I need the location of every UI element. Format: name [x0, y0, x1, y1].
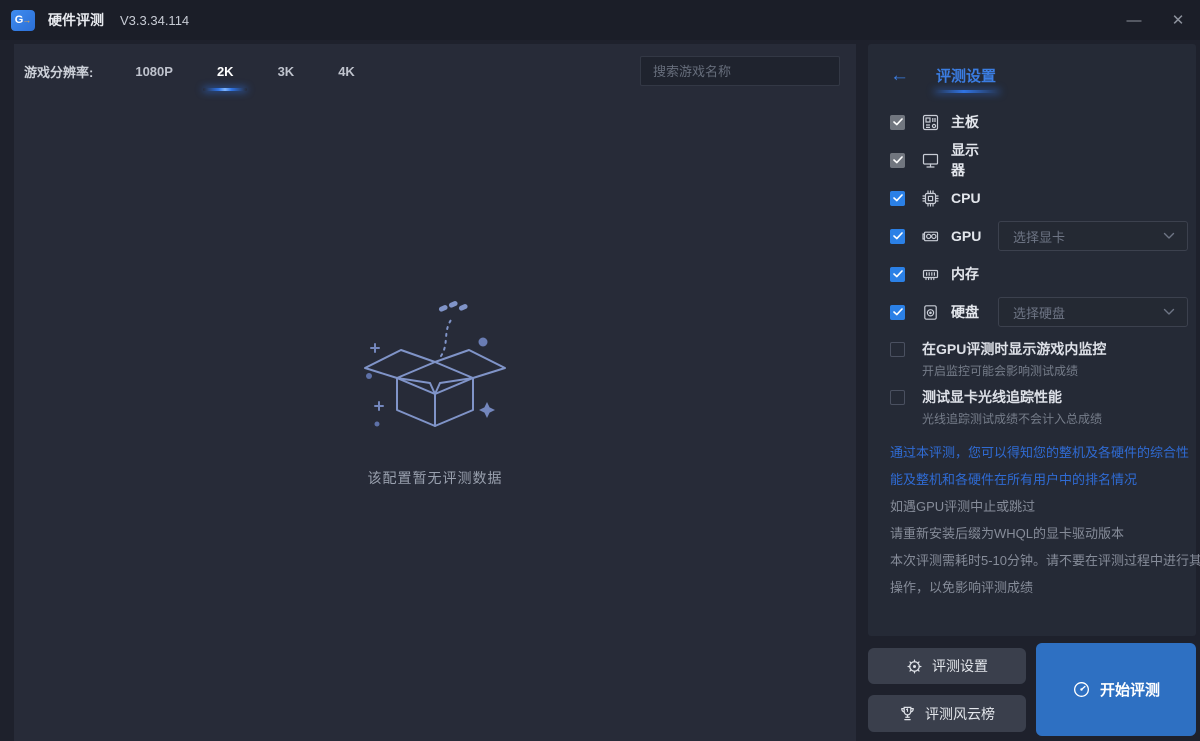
- resolution-option-3k[interactable]: 3K: [276, 58, 297, 85]
- motherboard-icon: [922, 114, 939, 131]
- hardware-row-gpu: GPU 选择显卡: [868, 217, 1196, 255]
- titlebar: G→ 硬件评测 V3.3.34.114 — ✕: [0, 0, 1200, 40]
- empty-box-illustration: [355, 294, 515, 454]
- disk-icon: [922, 304, 939, 321]
- button-label: 开始评测: [1100, 679, 1160, 700]
- search-input[interactable]: [640, 56, 840, 86]
- chevron-down-icon: [1163, 303, 1175, 321]
- info-line: 如遇GPU评测中止或跳过: [890, 493, 1196, 520]
- ram-icon: [922, 266, 939, 283]
- resolution-option-1080p[interactable]: 1080P: [133, 58, 175, 85]
- monitor-icon: [922, 152, 939, 169]
- minimize-button[interactable]: —: [1112, 0, 1156, 40]
- info-line-blue: 能及整机和各硬件在所有用户中的排名情况: [890, 466, 1196, 493]
- gpu-monitor-checkbox[interactable]: [890, 342, 905, 357]
- benchmark-settings-button[interactable]: 评测设置: [868, 648, 1026, 684]
- disk-select-placeholder: 选择硬盘: [1013, 303, 1163, 322]
- hardware-row-monitor: 显示器: [868, 141, 1196, 179]
- app-window: G→ 硬件评测 V3.3.34.114 — ✕ 游戏分辨率: 1080P 2K …: [0, 0, 1200, 741]
- ranking-button[interactable]: 评测风云榜: [868, 695, 1026, 732]
- hardware-row-motherboard: 主板: [868, 103, 1196, 141]
- empty-state: 该配置暂无评测数据: [14, 294, 856, 488]
- settings-header: ← 评测设置: [868, 44, 1196, 86]
- gear-icon: [906, 658, 923, 675]
- app-version: V3.3.34.114: [120, 13, 189, 28]
- option-row-gpu-monitor: 在GPU评测时显示游戏内监控 开启监控可能会影响测试成绩: [868, 341, 1196, 379]
- monitor-checkbox[interactable]: [890, 153, 905, 168]
- hardware-label: CPU: [951, 190, 988, 206]
- hardware-row-cpu: CPU: [868, 179, 1196, 217]
- settings-panel: ← 评测设置 主板: [868, 44, 1196, 636]
- logo-arrow: →: [22, 15, 31, 25]
- ray-tracing-checkbox[interactable]: [890, 390, 905, 405]
- button-label: 评测风云榜: [925, 704, 995, 724]
- option-row-ray-tracing: 测试显卡光线追踪性能 光线追踪测试成绩不会计入总成绩: [868, 389, 1196, 427]
- option-title: 在GPU评测时显示游戏内监控: [922, 341, 1106, 357]
- hardware-checklist: 主板 显示器: [868, 103, 1196, 331]
- button-label: 评测设置: [932, 656, 988, 676]
- app-logo-icon: G→: [11, 10, 35, 31]
- gpu-checkbox[interactable]: [890, 229, 905, 244]
- hardware-label: 显示器: [951, 140, 988, 180]
- info-line: 请重新安装后缀为WHQL的显卡驱动版本: [890, 520, 1196, 547]
- empty-state-message: 该配置暂无评测数据: [14, 468, 856, 488]
- hardware-label: GPU: [951, 228, 988, 244]
- start-benchmark-button[interactable]: 开始评测: [1036, 643, 1196, 736]
- info-line-blue: 通过本评测，您可以得知您的整机及各硬件的综合性: [890, 439, 1196, 466]
- hardware-label: 主板: [951, 112, 988, 132]
- disk-select-dropdown[interactable]: 选择硬盘: [998, 297, 1188, 327]
- resolution-option-2k[interactable]: 2K: [215, 58, 236, 85]
- info-block: 通过本评测，您可以得知您的整机及各硬件的综合性 能及整机和各硬件在所有用户中的排…: [868, 439, 1196, 601]
- hardware-label: 内存: [951, 264, 988, 284]
- info-line: 操作，以免影响评测成绩: [890, 574, 1196, 601]
- hardware-row-ram: 内存: [868, 255, 1196, 293]
- gpu-select-placeholder: 选择显卡: [1013, 227, 1163, 246]
- hardware-row-disk: 硬盘 选择硬盘: [868, 293, 1196, 331]
- resolution-label: 游戏分辨率:: [24, 62, 93, 81]
- gpu-select-dropdown[interactable]: 选择显卡: [998, 221, 1188, 251]
- hardware-label: 硬盘: [951, 302, 988, 322]
- resolution-option-4k[interactable]: 4K: [336, 58, 357, 85]
- ram-checkbox[interactable]: [890, 267, 905, 282]
- chevron-down-icon: [1163, 227, 1175, 245]
- disk-checkbox[interactable]: [890, 305, 905, 320]
- game-list-panel: 游戏分辨率: 1080P 2K 3K 4K: [14, 44, 856, 741]
- option-title: 测试显卡光线追踪性能: [922, 389, 1102, 405]
- cpu-checkbox[interactable]: [890, 191, 905, 206]
- option-subtitle: 光线追踪测试成绩不会计入总成绩: [922, 410, 1102, 427]
- window-controls: — ✕: [1112, 0, 1200, 40]
- gpu-icon: [922, 228, 939, 245]
- close-button[interactable]: ✕: [1156, 0, 1200, 40]
- cpu-icon: [922, 190, 939, 207]
- resolution-bar: 游戏分辨率: 1080P 2K 3K 4K: [14, 44, 856, 98]
- option-subtitle: 开启监控可能会影响测试成绩: [922, 362, 1106, 379]
- gauge-icon: [1072, 680, 1091, 699]
- trophy-icon: [899, 705, 916, 722]
- back-arrow-icon[interactable]: ←: [890, 66, 909, 85]
- info-line: 本次评测需耗时5-10分钟。请不要在评测过程中进行其他: [890, 547, 1196, 574]
- motherboard-checkbox[interactable]: [890, 115, 905, 130]
- settings-title: 评测设置: [936, 65, 996, 86]
- app-title: 硬件评测: [48, 10, 104, 30]
